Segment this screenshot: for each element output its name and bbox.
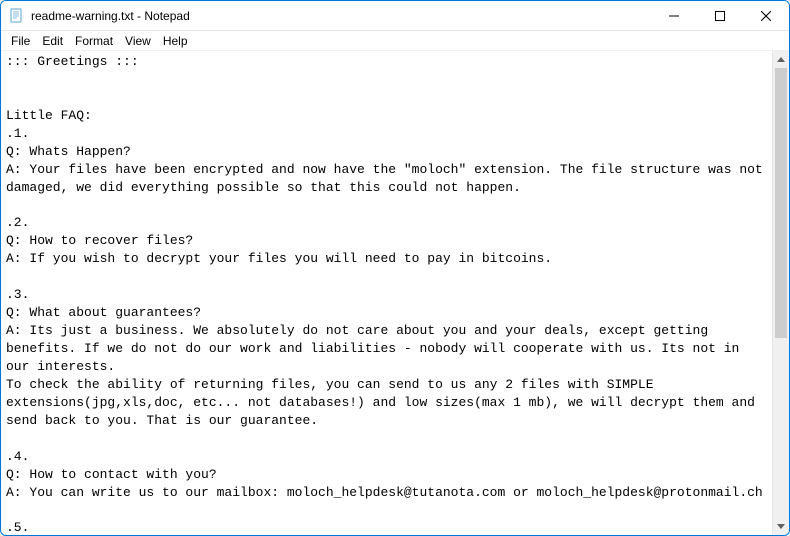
maximize-button[interactable]	[697, 1, 743, 30]
notepad-icon	[9, 8, 25, 24]
minimize-button[interactable]	[651, 1, 697, 30]
scroll-down-button[interactable]	[773, 518, 789, 535]
notepad-window: readme-warning.txt - Notepad File Edit F…	[0, 0, 790, 536]
window-controls	[651, 1, 789, 30]
menu-edit[interactable]: Edit	[36, 33, 69, 49]
scroll-up-button[interactable]	[773, 51, 789, 68]
menu-format[interactable]: Format	[69, 33, 119, 49]
scrollbar-track[interactable]	[773, 68, 789, 518]
scrollbar-thumb[interactable]	[775, 68, 787, 338]
vertical-scrollbar[interactable]	[772, 51, 789, 535]
menubar: File Edit Format View Help	[1, 31, 789, 51]
content-area: ::: Greetings ::: Little FAQ: .1. Q: Wha…	[1, 51, 789, 535]
close-button[interactable]	[743, 1, 789, 30]
titlebar[interactable]: readme-warning.txt - Notepad	[1, 1, 789, 31]
menu-help[interactable]: Help	[157, 33, 194, 49]
window-title: readme-warning.txt - Notepad	[31, 9, 651, 23]
text-content[interactable]: ::: Greetings ::: Little FAQ: .1. Q: Wha…	[1, 51, 772, 535]
menu-view[interactable]: View	[119, 33, 157, 49]
menu-file[interactable]: File	[5, 33, 36, 49]
